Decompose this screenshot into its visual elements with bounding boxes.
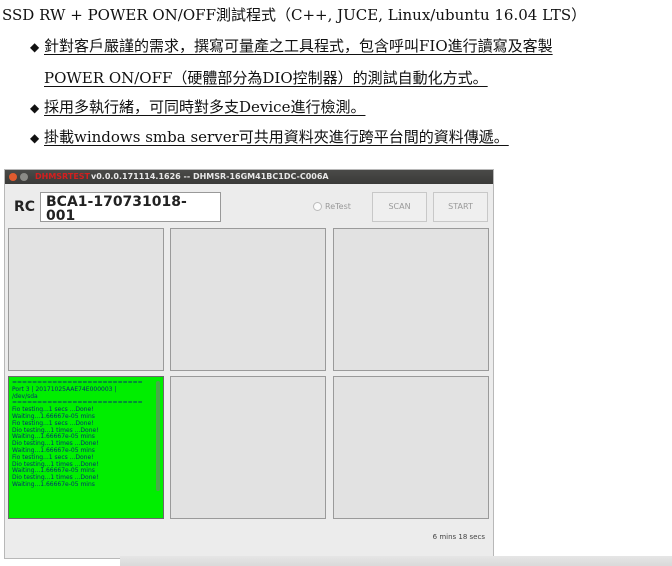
bullet-1-text: 針對客戶嚴謹的需求，撰寫可量產之工具程式，包含呼叫FIO進行讀寫及客製 [44, 37, 553, 55]
title-bar: DHMSRTEST v0.0.0.171114.1626 -- DHMSR-16… [5, 170, 493, 184]
scan-button[interactable]: SCAN [372, 192, 427, 222]
heading: SSD RW + POWER ON/OFF測試程式（C++, JUCE, Lin… [2, 6, 587, 24]
log-line: Waiting...1.66667e-05 mins [12, 480, 95, 488]
port-panel-4: ========================== Port 3 | 20171… [8, 376, 164, 519]
radio-icon[interactable] [313, 202, 322, 211]
log-scrollbar[interactable] [156, 381, 160, 491]
serial-input[interactable]: BCA1-170731018-001 [40, 192, 221, 223]
start-button[interactable]: START [433, 192, 488, 222]
retest-radio[interactable]: ReTest [313, 202, 351, 211]
app-name: DHMSRTEST [35, 172, 90, 181]
window-title: v0.0.0.171114.1626 -- DHMSR-16GM41BC1DC-… [91, 172, 329, 181]
port-panel-6 [333, 376, 489, 519]
retest-label: ReTest [325, 202, 351, 211]
test-log: ========================== Port 3 | 20171… [12, 380, 153, 516]
bullet-icon: ◆ [30, 131, 40, 145]
port-panel-1 [8, 228, 164, 371]
close-window-icon[interactable] [9, 173, 17, 181]
bullet-icon: ◆ [30, 40, 40, 54]
minimize-window-icon[interactable] [20, 173, 28, 181]
port-panel-2 [170, 228, 326, 371]
bullet-2-text: 採用多執行緒，可同時對多支Device進行檢測。 [44, 98, 366, 116]
elapsed-time: 6 mins 18 secs [432, 533, 485, 541]
bullet-3-text: 掛載windows smba server可共用資料夾進行跨平台間的資料傳遞。 [44, 128, 509, 146]
bullet-1-continued: POWER ON/OFF（硬體部分為DIO控制器）的測試自動化方式。 [44, 68, 488, 88]
bullet-3: ◆ 掛載windows smba server可共用資料夾進行跨平台間的資料傳遞。 [30, 127, 509, 148]
bullet-icon: ◆ [30, 101, 40, 115]
port-panel-5 [170, 376, 326, 519]
rc-label: RC [14, 199, 36, 215]
port-panel-3 [333, 228, 489, 371]
page-shadow [120, 556, 672, 566]
bullet-1-cont-text: POWER ON/OFF（硬體部分為DIO控制器）的測試自動化方式。 [44, 69, 488, 87]
bullet-1: ◆ 針對客戶嚴謹的需求，撰寫可量產之工具程式，包含呼叫FIO進行讀寫及客製 [30, 36, 553, 57]
bullet-2: ◆ 採用多執行緒，可同時對多支Device進行檢測。 [30, 97, 365, 118]
app-window: DHMSRTEST v0.0.0.171114.1626 -- DHMSR-16… [4, 169, 494, 559]
